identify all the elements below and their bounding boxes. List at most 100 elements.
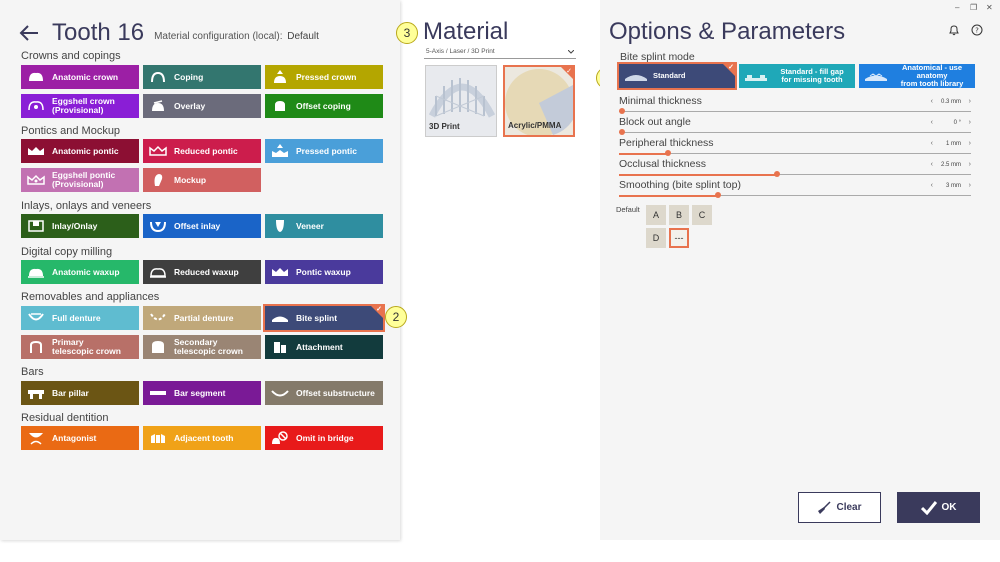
preset-c-button[interactable]: C xyxy=(692,205,712,225)
increase-arrow-icon[interactable]: › xyxy=(969,119,971,126)
tile-bar-segment[interactable]: Bar segment xyxy=(143,381,261,405)
tile-label: Bar segment xyxy=(174,387,226,398)
tile-full-denture[interactable]: Full denture xyxy=(21,306,139,330)
increase-arrow-icon[interactable]: › xyxy=(969,182,971,189)
tile-anatomic-pontic[interactable]: Anatomic pontic xyxy=(21,139,139,163)
section-inlays: Inlays, onlays and veneers xyxy=(21,200,152,212)
material-card-acrylic[interactable]: Acrylic/PMMA ✓ xyxy=(503,65,575,137)
mode-standard-button[interactable]: Standard ✓ xyxy=(617,62,737,90)
material-select[interactable]: 5-Axis / Laser / 3D Print xyxy=(424,45,576,59)
tile-veneer[interactable]: Veneer xyxy=(265,214,383,238)
slider-handle[interactable] xyxy=(774,171,781,177)
adjacent-tooth-icon xyxy=(148,430,168,446)
primary-telescopic-icon xyxy=(26,339,46,355)
tile-reduced-pontic[interactable]: Reduced pontic xyxy=(143,139,261,163)
tile-label: Reduced waxup xyxy=(174,266,239,277)
preset-a-button[interactable]: A xyxy=(646,205,666,225)
close-icon[interactable]: ✕ xyxy=(986,3,993,12)
tile-overlay[interactable]: Overlay xyxy=(143,94,261,118)
slider-track[interactable] xyxy=(619,132,971,133)
selected-check-icon: ✓ xyxy=(723,64,735,76)
slider-handle[interactable] xyxy=(665,150,672,156)
tile-offset-substructure[interactable]: Offset substructure xyxy=(265,381,383,405)
slider-handle[interactable] xyxy=(619,129,625,135)
section-bars: Bars xyxy=(21,366,44,378)
tile-adjacent-tooth[interactable]: Adjacent tooth xyxy=(143,426,261,450)
chevron-down-icon xyxy=(568,49,574,54)
tile-label: Bar pillar xyxy=(52,387,89,398)
tile-offset-coping[interactable]: Offset coping xyxy=(265,94,383,118)
bite-splint-mode-label: Bite splint mode xyxy=(620,51,695,63)
tile-coping[interactable]: Coping xyxy=(143,65,261,89)
tile-label: Pressed pontic xyxy=(296,145,357,156)
slider-handle[interactable] xyxy=(619,108,625,114)
slider-track[interactable] xyxy=(619,111,971,112)
tile-primary-telescopic[interactable]: Primary telescopic crown xyxy=(21,335,139,359)
param-name: Minimal thickness xyxy=(619,95,702,107)
help-icon[interactable]: ? xyxy=(971,24,983,36)
increase-arrow-icon[interactable]: › xyxy=(969,98,971,105)
partial-denture-icon xyxy=(148,310,168,326)
tile-inlay-onlay[interactable]: Inlay/Onlay xyxy=(21,214,139,238)
bell-icon[interactable] xyxy=(948,24,960,36)
mockup-icon xyxy=(148,172,168,188)
tile-omit-in-bridge[interactable]: Omit in bridge xyxy=(265,426,383,450)
material-config: Material configuration (local): Default xyxy=(154,31,319,42)
tile-label: Offset coping xyxy=(296,100,351,111)
selected-check-icon: ✓ xyxy=(561,67,573,79)
tile-antagonist[interactable]: Antagonist xyxy=(21,426,139,450)
tile-bite-splint[interactable]: Bite splint ✓ xyxy=(263,304,385,332)
clear-button[interactable]: Clear xyxy=(798,492,881,523)
preset-custom-button[interactable]: --- xyxy=(669,228,689,248)
tile-eggshell-crown[interactable]: Eggshell crown (Provisional) xyxy=(21,94,139,118)
decrease-arrow-icon[interactable]: ‹ xyxy=(931,161,933,168)
decrease-arrow-icon[interactable]: ‹ xyxy=(931,140,933,147)
back-arrow-icon[interactable] xyxy=(18,22,40,44)
tile-anatomic-waxup[interactable]: Anatomic waxup xyxy=(21,260,139,284)
mode-anatomical-button[interactable]: Anatomical - use anatomy from tooth libra… xyxy=(859,64,975,88)
crown-icon xyxy=(26,69,46,85)
tile-offset-inlay[interactable]: Offset inlay xyxy=(143,214,261,238)
ok-button[interactable]: OK xyxy=(897,492,980,523)
material-card-3d-print[interactable]: 3D Print xyxy=(425,65,497,137)
eggshell-pontic-icon xyxy=(26,172,46,188)
param-name: Occlusal thickness xyxy=(619,158,706,170)
slider-track[interactable] xyxy=(619,153,971,154)
section-pontics: Pontics and Mockup xyxy=(21,125,121,137)
inlay-icon xyxy=(26,218,46,234)
preset-b-button[interactable]: B xyxy=(669,205,689,225)
tile-bar-pillar[interactable]: Bar pillar xyxy=(21,381,139,405)
tile-mockup[interactable]: Mockup xyxy=(143,168,261,192)
tile-secondary-telescopic[interactable]: Secondary telescopic crown xyxy=(143,335,261,359)
slider-handle[interactable] xyxy=(714,192,721,198)
mode-fill-gap-button[interactable]: Standard - fill gap for missing tooth xyxy=(739,64,855,88)
bar-pillar-icon xyxy=(26,385,46,401)
param-value: 0 ° xyxy=(953,120,961,126)
tile-anatomic-crown[interactable]: Anatomic crown xyxy=(21,65,139,89)
decrease-arrow-icon[interactable]: ‹ xyxy=(931,98,933,105)
tile-pressed-crown[interactable]: Pressed crown xyxy=(265,65,383,89)
decrease-arrow-icon[interactable]: ‹ xyxy=(931,182,933,189)
material-config-label: Material configuration (local): xyxy=(154,30,283,42)
tile-eggshell-pontic[interactable]: Eggshell pontic (Provisional) xyxy=(21,168,139,192)
decrease-arrow-icon[interactable]: ‹ xyxy=(931,119,933,126)
increase-arrow-icon[interactable]: › xyxy=(969,161,971,168)
tile-attachment[interactable]: Attachment xyxy=(265,335,383,359)
param-peripheral-thickness: Peripheral thickness ‹ 1 mm › xyxy=(619,137,971,157)
tile-label: Primary telescopic crown xyxy=(52,337,121,356)
default-label: Default xyxy=(616,205,640,214)
increase-arrow-icon[interactable]: › xyxy=(969,140,971,147)
restore-icon[interactable]: ❐ xyxy=(970,3,977,12)
tile-label: Attachment xyxy=(296,341,343,352)
material-card-label: Acrylic/PMMA xyxy=(508,121,562,130)
tile-partial-denture[interactable]: Partial denture xyxy=(143,306,261,330)
preset-d-button[interactable]: D xyxy=(646,228,666,248)
param-name: Peripheral thickness xyxy=(619,137,714,149)
tile-reduced-waxup[interactable]: Reduced waxup xyxy=(143,260,261,284)
param-value: 0.3 mm xyxy=(940,99,961,105)
material-card-label: 3D Print xyxy=(429,122,460,131)
tile-pressed-pontic[interactable]: Pressed pontic xyxy=(265,139,383,163)
tile-pontic-waxup[interactable]: Pontic waxup xyxy=(265,260,383,284)
tile-label: Partial denture xyxy=(174,312,234,323)
minimize-icon[interactable]: – xyxy=(955,3,959,12)
